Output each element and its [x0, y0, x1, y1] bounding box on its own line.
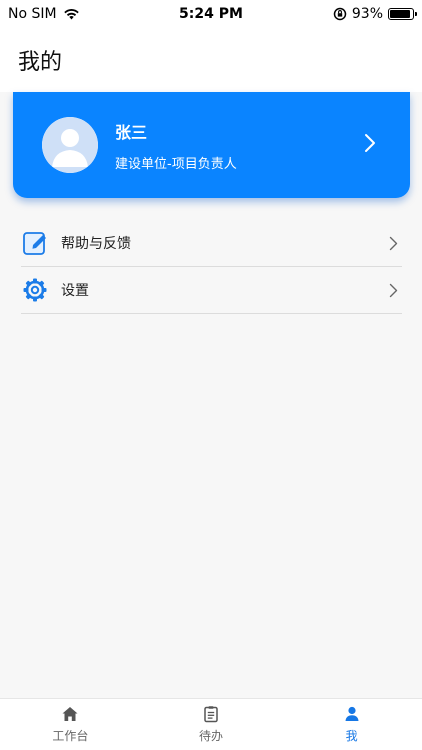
menu-item-settings[interactable]: 设置 — [21, 267, 402, 314]
battery-icon — [388, 8, 417, 20]
battery-fill — [390, 10, 411, 18]
status-bar: No SIM 5:24 PM 93% — [0, 0, 422, 28]
bottom-tab-bar: 工作台 待办 我 — [0, 698, 422, 750]
menu-list: 帮助与反馈 设置 — [21, 220, 402, 314]
menu-item-help-feedback[interactable]: 帮助与反馈 — [21, 220, 402, 267]
home-icon — [62, 707, 78, 721]
person-icon — [345, 706, 359, 721]
tab-label: 我 — [345, 729, 358, 743]
avatar-placeholder-icon — [42, 117, 98, 173]
clipboard-icon — [204, 706, 218, 723]
tab-me[interactable]: 我 — [281, 699, 422, 750]
orientation-lock-icon — [333, 7, 347, 21]
profile-info: 张三 建设单位-项目负责人 — [115, 119, 237, 172]
profile-name: 张三 — [115, 122, 148, 142]
avatar — [42, 117, 98, 173]
chevron-right-icon — [389, 236, 398, 251]
profile-card[interactable]: 张三 建设单位-项目负责人 — [13, 92, 410, 198]
tab-label: 待办 — [199, 729, 224, 743]
tab-todo[interactable]: 待办 — [141, 699, 282, 750]
menu-item-label: 设置 — [61, 283, 89, 299]
gear-icon — [23, 278, 47, 302]
edit-note-icon — [23, 232, 46, 255]
tab-label: 工作台 — [52, 729, 89, 743]
page-title: 我的 — [18, 50, 63, 75]
tab-workbench[interactable]: 工作台 — [0, 699, 141, 750]
profile-role: 建设单位-项目负责人 — [115, 156, 237, 172]
page-header: 我的 — [0, 28, 422, 92]
status-right: 93% — [333, 6, 417, 22]
chevron-right-icon — [365, 134, 375, 152]
battery-percent: 93% — [351, 6, 383, 22]
chevron-right-icon — [389, 283, 398, 298]
menu-item-label: 帮助与反馈 — [61, 236, 131, 252]
